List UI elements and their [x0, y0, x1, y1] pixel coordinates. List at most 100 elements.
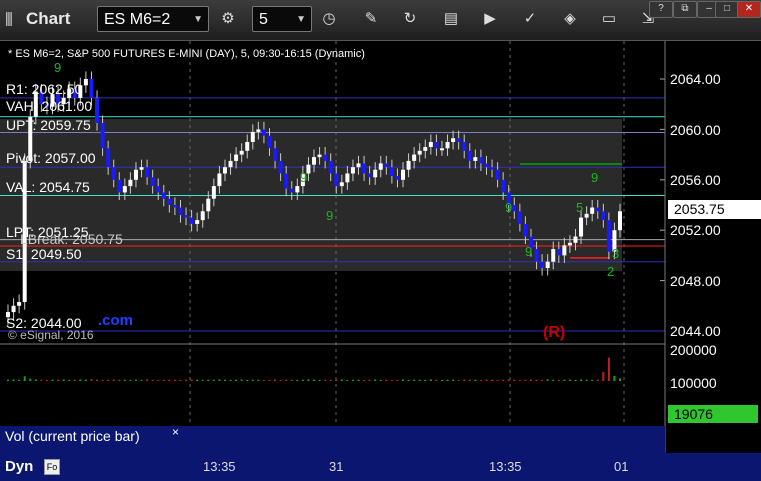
symbol-value: ES M6=2 — [104, 11, 171, 28]
interval-combo[interactable]: 5 ▼ — [252, 6, 312, 32]
candle-body — [317, 154, 322, 158]
volume-bar — [73, 379, 76, 381]
pen-icon[interactable]: ✎ — [360, 8, 382, 30]
candle-body — [328, 160, 333, 174]
chevron-down-icon[interactable]: ▼ — [296, 7, 306, 33]
volume-bar — [541, 379, 544, 381]
symbol-combo[interactable]: ES M6=2 ▼ — [97, 6, 209, 32]
chat-icon[interactable]: ▭ — [598, 8, 620, 30]
candle-body — [234, 154, 239, 161]
close-icon[interactable]: ✕ — [737, 1, 761, 18]
level-r1: R1: 2062.50 — [6, 81, 83, 97]
volume-bar — [463, 379, 466, 381]
candle-body — [250, 131, 255, 142]
candle-body — [172, 205, 177, 208]
maximize-icon[interactable]: □ — [715, 1, 739, 18]
candle-body — [428, 142, 433, 148]
clock-icon[interactable]: ◷ — [318, 8, 340, 30]
td-count: 9 — [300, 170, 308, 185]
candle-body — [567, 242, 572, 246]
volume-bar — [585, 379, 588, 381]
candle-body — [161, 192, 166, 199]
candle-body — [184, 215, 189, 218]
volume-bar — [340, 379, 343, 381]
volume-bar — [607, 357, 610, 381]
volume-bar — [435, 379, 438, 381]
volume-bar — [357, 379, 360, 381]
volume-bar — [268, 379, 271, 381]
volume-bar — [51, 379, 54, 381]
help-icon[interactable]: ? — [649, 1, 673, 18]
candle-body — [95, 97, 100, 124]
candle-body — [445, 142, 450, 149]
volume-study-label[interactable]: Vol (current price bar) — [5, 428, 140, 444]
candle-body — [139, 167, 144, 170]
volume-bar — [207, 379, 210, 381]
volume-bar — [563, 379, 566, 381]
level-vah: VAH: 2061.00 — [6, 98, 93, 114]
volume-bar — [201, 379, 204, 381]
font-icon[interactable]: Fo — [44, 459, 60, 475]
candle-body — [128, 179, 133, 187]
volume-bar — [196, 379, 199, 381]
volume-bar — [440, 379, 443, 381]
volume-bar — [452, 379, 455, 381]
candle-body — [534, 249, 539, 262]
candle-body — [345, 173, 350, 183]
volume-bar — [179, 379, 182, 381]
volume-bar — [57, 379, 60, 381]
candle-body — [490, 167, 495, 170]
volume-bar — [335, 379, 338, 381]
close-icon[interactable]: × — [172, 425, 179, 439]
candle-body — [122, 186, 127, 193]
time-tick: 01 — [614, 459, 629, 474]
candle-body — [590, 207, 595, 214]
play-icon[interactable]: ▶ — [479, 8, 501, 30]
price-chart[interactable] — [0, 41, 761, 481]
grip-icon[interactable]: ⦀ — [5, 8, 13, 32]
volume-bar — [96, 379, 99, 381]
tag-icon[interactable]: ◈ — [559, 8, 581, 30]
candle-body — [334, 173, 339, 187]
price-tick: 2048.00 — [670, 273, 721, 289]
volume-bar — [62, 379, 65, 381]
volume-bar — [290, 379, 293, 381]
volume-bar — [296, 379, 299, 381]
volume-bar — [18, 379, 21, 381]
candle-body — [245, 142, 250, 151]
candle-body — [606, 220, 611, 252]
volume-tick: 200000 — [670, 342, 717, 358]
volume-bar — [580, 379, 583, 381]
watermark-suffix: .com — [98, 312, 134, 329]
candle-body — [495, 169, 500, 180]
volume-tick: 100000 — [670, 375, 717, 391]
candle-body — [501, 179, 506, 193]
candle-body — [211, 186, 216, 199]
interval-value: 5 — [259, 11, 268, 28]
check-icon[interactable]: ✓ — [519, 8, 541, 30]
dyn-mode[interactable]: Dyn — [5, 458, 33, 475]
volume-bar — [140, 379, 143, 381]
candle-body — [545, 261, 550, 268]
cursor-icon[interactable]: ↻ — [399, 8, 421, 30]
volume-bar — [390, 379, 393, 381]
volume-bar — [84, 379, 87, 381]
candle-body — [228, 160, 233, 168]
candle-body — [462, 142, 467, 151]
cycle-icon[interactable]: ⚙ — [217, 8, 239, 30]
volume-bar — [396, 379, 399, 381]
level-s1: S1: 2049.50 — [6, 246, 82, 262]
candle-body — [200, 211, 205, 221]
volume-bar — [507, 379, 510, 381]
price-tick: 2052.00 — [670, 222, 721, 238]
volume-bar — [229, 379, 232, 381]
candle-body — [618, 211, 622, 231]
title-bar[interactable]: ⦀ Chart ES M6=2 ▼ ⚙ 5 ▼ ◷ ✎ ↻ ▤ ▶ ✓ ◈ ▭ … — [0, 0, 761, 41]
tick-icon[interactable]: ▤ — [440, 8, 462, 30]
candle-body — [423, 147, 428, 151]
candle-body — [478, 157, 483, 164]
chevron-down-icon[interactable]: ▼ — [193, 7, 203, 33]
candle-body — [156, 186, 161, 193]
volume-bar — [496, 379, 499, 381]
undock-icon[interactable]: ⧉ — [673, 1, 697, 18]
